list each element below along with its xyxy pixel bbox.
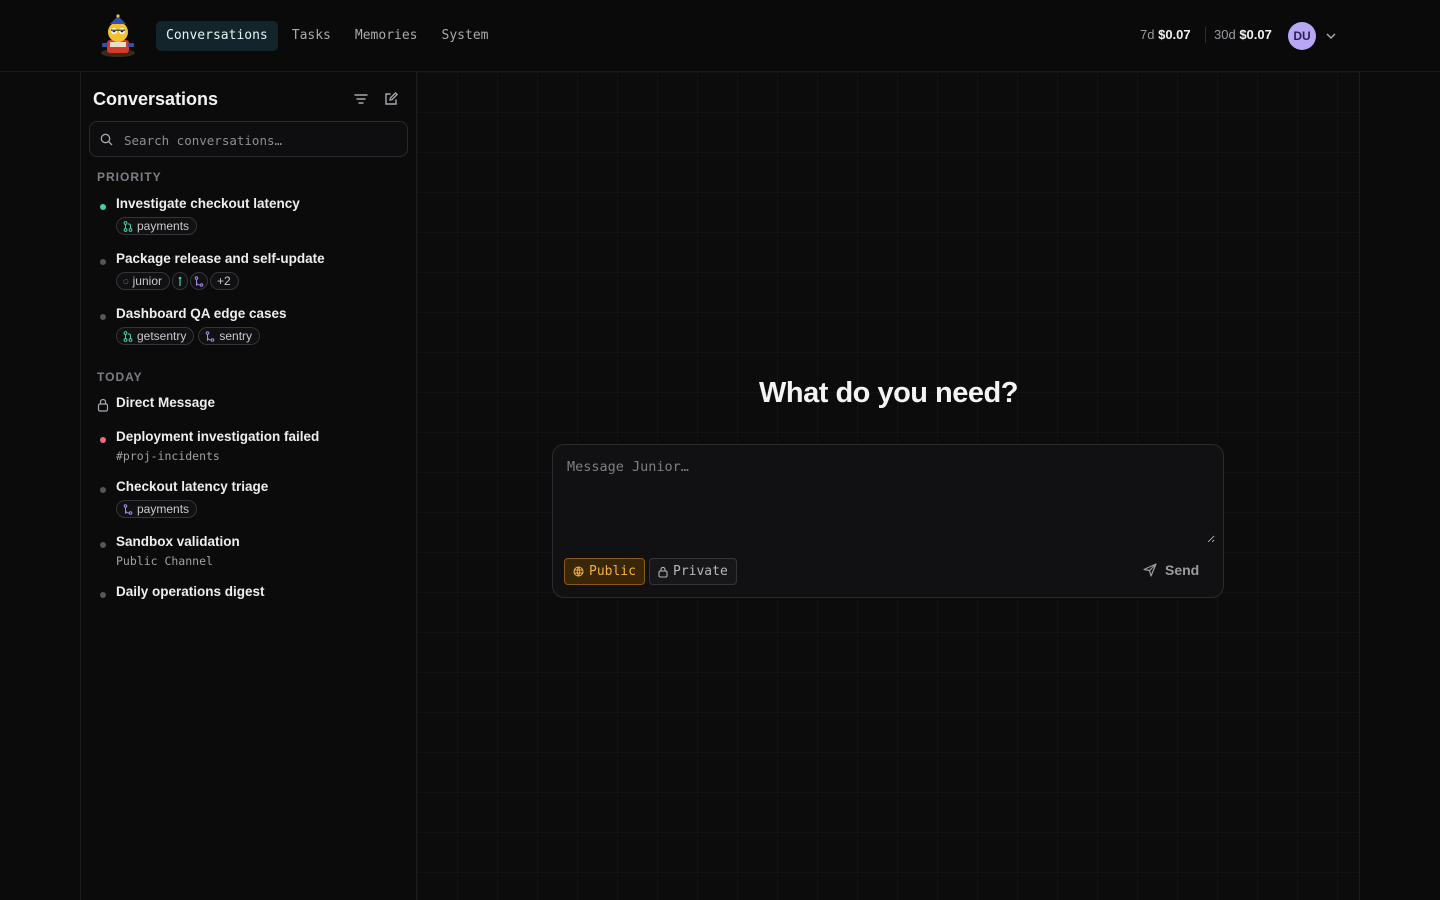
tag-label: getsentry — [137, 329, 187, 343]
lock-icon — [97, 398, 109, 412]
merge-icon — [206, 330, 215, 342]
junior-logo-icon[interactable] — [98, 14, 138, 58]
section-label-priority: PRIORITY — [97, 170, 162, 184]
main-panel: What do you need? Public Private Send — [417, 72, 1360, 900]
private-toggle-button[interactable]: Private — [649, 558, 737, 585]
status-dot — [100, 437, 106, 443]
merge-icon — [123, 503, 133, 515]
main-nav: Conversations Tasks Memories System — [156, 21, 502, 51]
cost-7d: 7d $0.07 — [1140, 27, 1191, 42]
conversation-item[interactable]: Deployment investigation failed #proj-in… — [97, 429, 397, 465]
conversation-channel: Public Channel — [116, 554, 213, 568]
conversation-item[interactable]: Checkout latency triage payments — [97, 479, 397, 521]
conversation-title: Deployment investigation failed — [116, 429, 320, 444]
tag-label: payments — [137, 219, 190, 233]
status-dot — [100, 487, 106, 493]
conversation-item[interactable]: Dashboard QA edge cases getsentry sentry — [97, 306, 397, 348]
send-icon — [1143, 563, 1157, 577]
status-dot — [100, 259, 106, 265]
merge-tag — [190, 272, 208, 290]
tag-label: payments — [137, 502, 190, 516]
cost-7d-value: $0.07 — [1158, 27, 1191, 42]
sidebar-title: Conversations — [93, 89, 219, 109]
tag-label: junior — [132, 274, 162, 288]
repo-tag: payments — [116, 500, 198, 518]
cost-30d-label: 30d — [1214, 27, 1236, 42]
top-bar: Conversations Tasks Memories System 7d $… — [0, 0, 1440, 72]
search-input[interactable] — [122, 122, 396, 158]
repo-tag: getsentry — [116, 327, 195, 345]
nav-tab-system[interactable]: System — [432, 21, 499, 51]
conversation-title: Direct Message — [116, 395, 216, 410]
conversation-channel: #proj-incidents — [116, 449, 220, 463]
merge-icon — [194, 275, 204, 287]
send-label: Send — [1165, 562, 1200, 578]
status-dot — [100, 314, 106, 320]
cost-divider — [1205, 27, 1206, 43]
user-avatar[interactable]: DU — [1288, 22, 1316, 50]
conversation-tags: payments — [116, 500, 198, 518]
repo-tag: sentry — [198, 327, 261, 345]
conversation-title: Investigate checkout latency — [116, 196, 300, 211]
nav-tab-tasks[interactable]: Tasks — [282, 21, 341, 51]
cost-30d: 30d $0.07 — [1214, 27, 1272, 42]
conversation-title: Sandbox validation — [116, 534, 240, 549]
pull-request-icon — [178, 276, 182, 286]
send-button[interactable]: Send — [1143, 562, 1199, 578]
globe-icon — [573, 566, 584, 577]
message-composer: Public Private Send — [552, 444, 1224, 598]
repo-tag: junior — [116, 272, 170, 290]
filter-icon[interactable] — [353, 91, 369, 107]
status-dot — [100, 204, 106, 210]
nav-tab-memories[interactable]: Memories — [345, 21, 428, 51]
pull-request-icon — [123, 220, 133, 232]
cost-30d-value: $0.07 — [1239, 27, 1272, 42]
message-input[interactable] — [565, 457, 1215, 543]
more-tags-badge[interactable]: +2 — [210, 272, 239, 290]
cost-7d-label: 7d — [1140, 27, 1155, 42]
tag-label: sentry — [219, 329, 253, 343]
conversation-title: Dashboard QA edge cases — [116, 306, 287, 321]
page-title: What do you need? — [759, 377, 1018, 409]
conversations-sidebar: Conversations PRIORITY Investigate check… — [80, 72, 417, 900]
search-box — [89, 121, 408, 158]
search-icon — [100, 133, 113, 146]
public-label: Public — [589, 564, 636, 579]
conversation-title: Checkout latency triage — [116, 479, 269, 494]
conversation-item[interactable]: Investigate checkout latency payments — [97, 196, 397, 238]
new-conversation-icon[interactable] — [383, 91, 399, 107]
spinner-icon — [123, 278, 129, 284]
lock-icon — [658, 566, 668, 578]
status-dot — [100, 542, 106, 548]
status-dot — [100, 592, 106, 598]
repo-tag: payments — [116, 217, 198, 235]
conversation-tags: junior +2 — [116, 272, 239, 290]
conversation-item[interactable]: Package release and self-update junior +… — [97, 251, 397, 293]
conversation-item[interactable]: Daily operations digest — [97, 584, 397, 604]
private-label: Private — [673, 564, 728, 579]
conversation-item[interactable]: Direct Message — [97, 395, 397, 415]
chevron-down-icon[interactable] — [1325, 30, 1337, 42]
pull-request-icon — [123, 330, 133, 342]
conversation-title: Package release and self-update — [116, 251, 325, 266]
conversation-title: Daily operations digest — [116, 584, 265, 599]
conversation-tags: getsentry sentry — [116, 327, 261, 345]
section-label-today: TODAY — [97, 370, 143, 384]
pull-request-tag — [172, 272, 188, 290]
conversation-tags: payments — [116, 217, 198, 235]
conversation-item[interactable]: Sandbox validation Public Channel — [97, 534, 397, 570]
public-toggle-button[interactable]: Public — [564, 558, 645, 585]
nav-tab-conversations[interactable]: Conversations — [156, 21, 278, 51]
